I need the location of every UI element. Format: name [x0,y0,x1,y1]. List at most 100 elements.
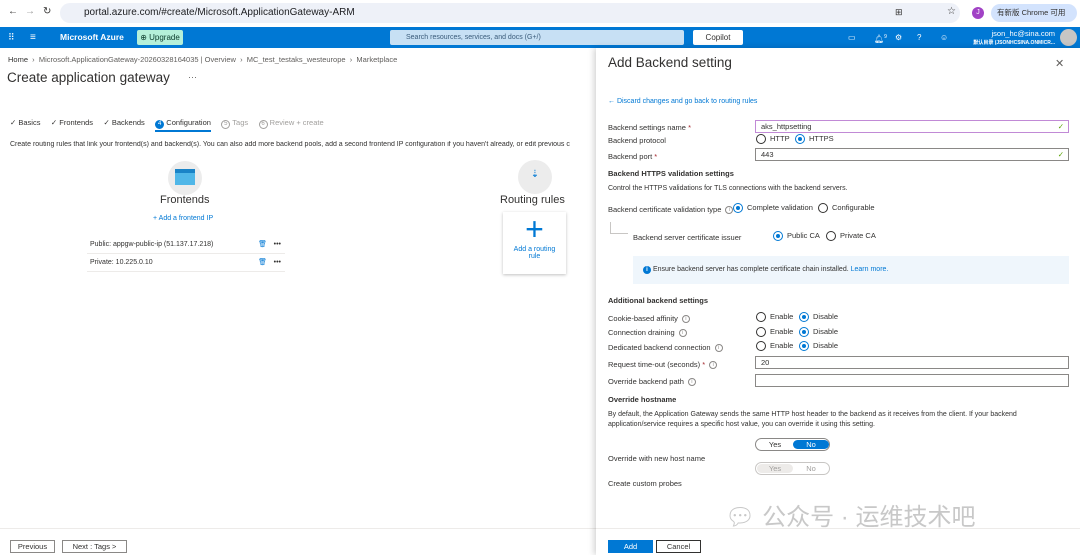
step-number: 5 [221,120,231,129]
tab-label: Backends [111,118,145,127]
search-input[interactable]: Search resources, services, and docs (G+… [390,30,684,45]
override-hostname-label: Override with new host name [608,454,706,463]
chrome-update-button[interactable]: 有新版 Chrome 可用 [991,4,1077,22]
cookie-enable-radio[interactable]: Enable [756,311,793,323]
tab-configuration[interactable]: 4 Configuration [155,118,211,132]
notifications-icon[interactable]: 🔔︎9 [874,27,887,50]
routing-rules-icon: ⇣ [518,160,552,194]
private-ca-radio[interactable]: Private CA [826,230,876,242]
user-email[interactable]: json_hc@sina.com [992,29,1055,38]
previous-button[interactable]: Previous [10,540,55,553]
draining-enable-radio[interactable]: Enable [756,326,793,338]
timeout-input[interactable]: 20 [755,356,1069,369]
breadcrumb-gateway[interactable]: Microsoft.ApplicationGateway-20260328164… [39,55,236,64]
additional-heading: Additional backend settings [608,296,709,305]
brand[interactable]: Microsoft Azure [60,27,124,48]
user-avatar[interactable] [1060,29,1077,46]
page-title: Create application gateway [7,70,170,85]
close-icon[interactable]: ✕ [1055,57,1064,70]
wizard-tabs: ✓ Basics ✓ Frontends ✓ Backends 4 Config… [10,118,324,132]
menu-icon[interactable]: ≡ [30,27,36,48]
reload-icon[interactable]: ↻ [43,6,51,17]
next-button[interactable]: Next : Tags > [62,540,127,553]
add-routing-rule-button[interactable]: + Add a routing rule [503,212,566,274]
step-number: 6 [258,120,268,129]
add-button[interactable]: Add [608,540,653,553]
tab-review-create[interactable]: 6 Review + create [258,118,324,129]
tab-label: Tags [232,118,249,127]
override-hostname-toggle[interactable]: Yes No [755,438,830,451]
protocol-label: Backend protocol [608,136,666,145]
breadcrumb-rg[interactable]: MC_test_testaks_westeurope [247,55,346,64]
panel-title: Add Backend setting [608,55,732,70]
protocol-https-radio[interactable]: HTTPS [795,133,834,145]
cancel-button[interactable]: Cancel [656,540,701,553]
breadcrumb-marketplace[interactable]: Marketplace [356,55,397,64]
add-frontend-ip-link[interactable]: + Add a frontend IP [153,215,213,222]
info-banner: i Ensure backend server has complete cer… [633,256,1069,284]
protocol-http-radio[interactable]: HTTP [756,133,790,145]
breadcrumb: Home › Microsoft.ApplicationGateway-2026… [8,55,398,64]
connection-draining-label: Connection draining i [608,328,687,338]
learn-more-link[interactable]: Learn more. [851,266,889,273]
tab-frontends[interactable]: ✓ Frontends [51,118,93,127]
settings-icon[interactable]: ⚙ [895,27,902,48]
bookmark-star-icon[interactable]: ☆ [947,6,956,17]
panel-footer-divider [596,528,1080,529]
cookie-disable-radio[interactable]: Disable [799,311,838,323]
add-routing-rule-label: Add a routing rule [513,246,556,260]
cookie-affinity-label: Cookie-based affinity i [608,314,690,324]
custom-probes-toggle[interactable]: Yes No [755,462,830,475]
routing-rules-title: Routing rules [500,194,565,206]
dedicated-disable-radio[interactable]: Disable [799,340,838,352]
forward-icon[interactable]: → [25,6,35,17]
configurable-radio[interactable]: Configurable [818,202,875,214]
feedback-icon[interactable]: ☺ [940,27,948,48]
complete-validation-radio[interactable]: Complete validation [733,202,813,214]
override-path-input[interactable] [755,374,1069,387]
back-icon[interactable]: ← [8,6,18,17]
help-icon[interactable]: ? [917,27,921,48]
draining-disable-radio[interactable]: Disable [799,326,838,338]
backend-port-input[interactable]: 443 ✓ [755,148,1069,161]
watermark: 💬︎ 公众号 · 运维技术吧 [725,504,976,531]
more-icon[interactable]: ••• [274,236,281,254]
tab-label: Configuration [166,118,211,127]
backend-settings-name-input[interactable]: aks_httpsetting ✓ [755,120,1069,133]
public-ca-radio[interactable]: Public CA [773,230,820,242]
dedicated-enable-radio[interactable]: Enable [756,340,793,352]
cloud-shell-icon[interactable]: ▭ [848,27,856,48]
directory-name: 默认目录 (JSONHCSINA.ONMICR... [973,40,1055,46]
custom-probes-label: Create custom probes [608,479,682,488]
info-filled-icon: i [643,266,651,274]
dedicated-connection-label: Dedicated backend connection i [608,343,723,353]
azure-top-bar: ⠿ ≡ Microsoft Azure ⊕ Upgrade Search res… [0,27,1080,48]
tab-label: Frontends [59,118,94,127]
tab-backends[interactable]: ✓ Backends [103,118,144,127]
address-bar[interactable]: portal.azure.com/#create/Microsoft.Appli… [60,3,960,23]
https-description: Control the HTTPS validations for TLS co… [608,185,848,192]
tab-label: Review + create [269,118,324,127]
more-options-icon[interactable]: ··· [188,72,197,82]
apps-grid-icon[interactable]: ⠿ [8,27,15,48]
copilot-button[interactable]: Copilot [693,30,743,45]
plus-icon: + [525,211,544,247]
translate-icon[interactable]: ⊞ [895,7,903,18]
tree-connector [610,222,628,234]
tab-tags[interactable]: 5 Tags [221,118,249,129]
issuer-label: Backend server certificate issuer [633,233,742,242]
discard-link[interactable]: ← Discard changes and go back to routing… [608,98,757,105]
https-heading: Backend HTTPS validation settings [608,169,734,178]
valid-check-icon: ✓ [1057,122,1064,131]
breadcrumb-home[interactable]: Home [8,55,28,64]
more-icon[interactable]: ••• [274,254,281,272]
cert-type-label: Backend certificate validation type i [608,205,734,215]
browser-toolbar: ← → ↻ portal.azure.com/#create/Microsoft… [0,0,1080,27]
valid-check-icon: ✓ [1057,150,1064,159]
delete-icon[interactable]: 🗑︎ [258,236,267,254]
profile-avatar[interactable]: J [972,7,984,19]
hostname-heading: Override hostname [608,395,677,404]
delete-icon[interactable]: 🗑︎ [258,254,267,272]
upgrade-button[interactable]: ⊕ Upgrade [137,30,183,45]
tab-basics[interactable]: ✓ Basics [10,118,40,127]
